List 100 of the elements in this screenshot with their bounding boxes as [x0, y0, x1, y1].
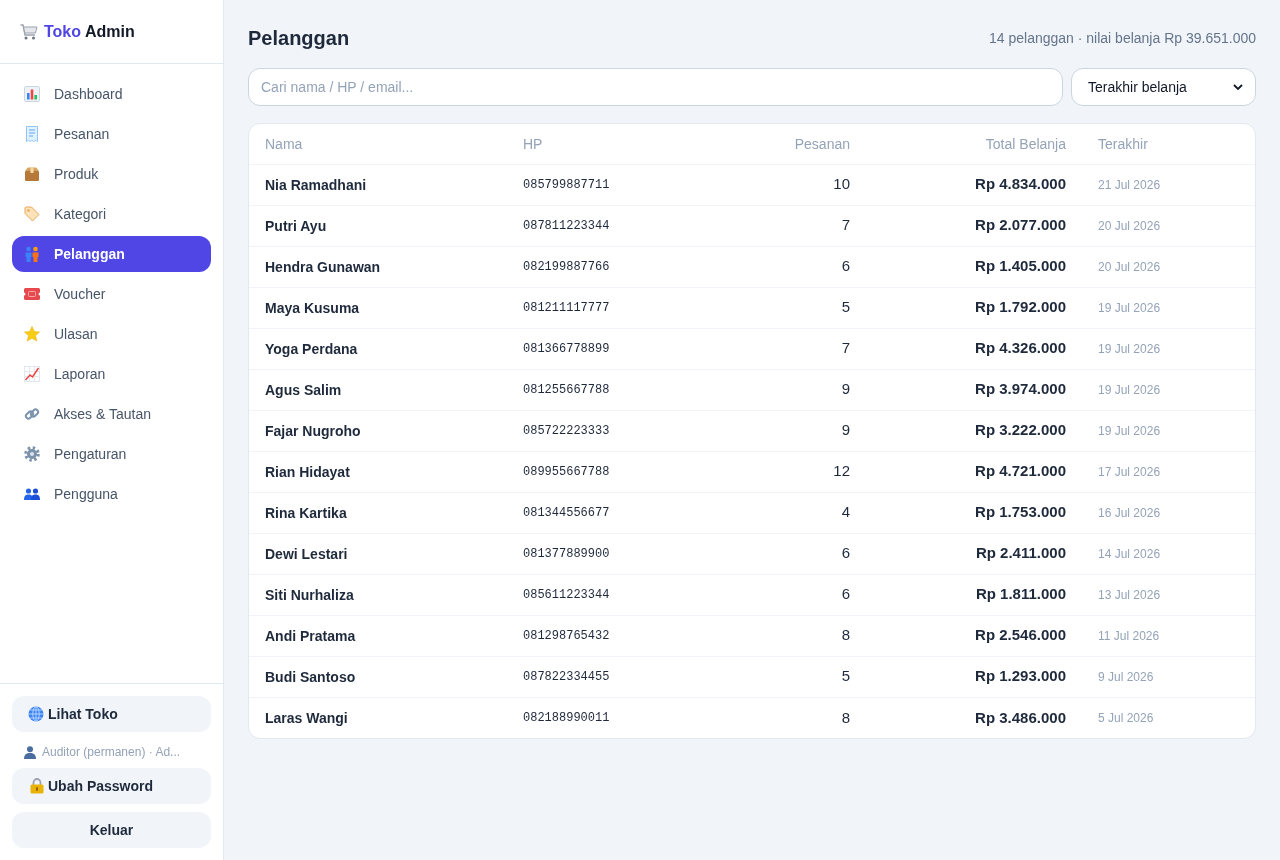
gear-icon	[24, 446, 40, 462]
summary-text: 14 pelanggan · nilai belanja Rp 39.651.000	[989, 29, 1256, 48]
sidebar-item[interactable]: Kategori	[12, 196, 211, 232]
date-cell: 14 Jul 2026	[1082, 533, 1255, 574]
order-count-cell: 8	[757, 697, 866, 738]
total-cell: Rp 1.811.000	[866, 574, 1082, 615]
name-cell: Yoga Perdana	[249, 328, 507, 369]
total-cell: Rp 2.077.000	[866, 205, 1082, 246]
brand-name: Toko Admin	[44, 21, 135, 42]
order-count-cell: 6	[757, 574, 866, 615]
order-count-cell: 8	[757, 615, 866, 656]
phone-cell: 082188990011	[507, 697, 757, 738]
name-cell: Siti Nurhaliza	[249, 574, 507, 615]
total-cell: Rp 4.721.000	[866, 451, 1082, 492]
sidebar-item[interactable]: Pesanan	[12, 116, 211, 152]
cart-icon	[20, 23, 38, 40]
order-count-cell: 7	[757, 328, 866, 369]
account-text: Auditor (permanen) · Ad...	[42, 744, 181, 760]
total-cell: Rp 4.326.000	[866, 328, 1082, 369]
order-count-cell: 6	[757, 246, 866, 287]
phone-cell: 089955667788	[507, 451, 757, 492]
total-cell: Rp 3.222.000	[866, 410, 1082, 451]
column-header: Total Belanja	[866, 124, 1082, 164]
name-cell: Hendra Gunawan	[249, 246, 507, 287]
name-cell: Agus Salim	[249, 369, 507, 410]
phone-cell: 081211117777	[507, 287, 757, 328]
sidebar-item[interactable]: Dashboard	[12, 76, 211, 112]
total-cell: Rp 1.792.000	[866, 287, 1082, 328]
sidebar-item[interactable]: Akses & Tautan	[12, 396, 211, 432]
date-cell: 11 Jul 2026	[1082, 615, 1255, 656]
column-header: HP	[507, 124, 757, 164]
order-count-cell: 6	[757, 533, 866, 574]
date-cell: 17 Jul 2026	[1082, 451, 1255, 492]
phone-cell: 085722223333	[507, 410, 757, 451]
order-count-cell: 5	[757, 656, 866, 697]
sort-select[interactable]: Terakhir belanja	[1071, 68, 1256, 106]
phone-cell: 081255667788	[507, 369, 757, 410]
tag-icon	[24, 206, 40, 222]
name-cell: Putri Ayu	[249, 205, 507, 246]
logout-button[interactable]: Keluar	[12, 812, 211, 848]
receipt-icon	[26, 126, 38, 142]
total-cell: Rp 4.834.000	[866, 164, 1082, 205]
sidebar-item[interactable]: Voucher	[12, 276, 211, 312]
sidebar-item[interactable]: Pengguna	[12, 476, 211, 512]
name-cell: Laras Wangi	[249, 697, 507, 738]
phone-cell: 081344556677	[507, 492, 757, 533]
link-icon	[24, 406, 40, 422]
date-cell: 9 Jul 2026	[1082, 656, 1255, 697]
column-header: Nama	[249, 124, 507, 164]
name-cell: Rian Hidayat	[249, 451, 507, 492]
view-store-button[interactable]: Lihat Toko	[12, 696, 211, 732]
phone-cell: 081366778899	[507, 328, 757, 369]
total-cell: Rp 1.293.000	[866, 656, 1082, 697]
phone-cell: 087811223344	[507, 205, 757, 246]
sidebar-item[interactable]: Pelanggan	[12, 236, 211, 272]
change-password-button[interactable]: Ubah Password	[12, 768, 211, 804]
order-count-cell: 5	[757, 287, 866, 328]
person-icon	[24, 745, 36, 759]
order-count-cell: 10	[757, 164, 866, 205]
box-icon	[24, 166, 40, 182]
name-cell: Maya Kusuma	[249, 287, 507, 328]
name-cell: Fajar Nugroho	[249, 410, 507, 451]
date-cell: 21 Jul 2026	[1082, 164, 1255, 205]
sidebar-item[interactable]: Laporan	[12, 356, 211, 392]
total-cell: Rp 1.405.000	[866, 246, 1082, 287]
date-cell: 20 Jul 2026	[1082, 246, 1255, 287]
column-header: Terakhir	[1082, 124, 1255, 164]
order-count-cell: 4	[757, 492, 866, 533]
date-cell: 19 Jul 2026	[1082, 287, 1255, 328]
sidebar-item[interactable]: Ulasan	[12, 316, 211, 352]
sidebar-item[interactable]: Produk	[12, 156, 211, 192]
phone-cell: 085799887711	[507, 164, 757, 205]
total-cell: Rp 3.974.000	[866, 369, 1082, 410]
date-cell: 19 Jul 2026	[1082, 328, 1255, 369]
column-header: Pesanan	[757, 124, 866, 164]
order-count-cell: 7	[757, 205, 866, 246]
star-icon	[24, 326, 40, 342]
user-group-icon	[24, 488, 40, 500]
date-cell: 19 Jul 2026	[1082, 410, 1255, 451]
order-count-cell: 12	[757, 451, 866, 492]
people-icon	[24, 246, 40, 262]
name-cell: Andi Pratama	[249, 615, 507, 656]
search-field[interactable]: Cari nama / HP / email...	[248, 68, 1063, 106]
phone-cell: 081298765432	[507, 615, 757, 656]
order-count-cell: 9	[757, 369, 866, 410]
phone-cell: 085611223344	[507, 574, 757, 615]
date-cell: 20 Jul 2026	[1082, 205, 1255, 246]
page-title: Pelanggan	[248, 26, 350, 51]
name-cell: Rina Kartika	[249, 492, 507, 533]
bar-chart-icon	[24, 86, 40, 102]
order-count-cell: 9	[757, 410, 866, 451]
date-cell: 19 Jul 2026	[1082, 369, 1255, 410]
total-cell: Rp 1.753.000	[866, 492, 1082, 533]
sidebar-item[interactable]: Pengaturan	[12, 436, 211, 472]
globe-icon	[28, 706, 44, 722]
name-cell: Dewi Lestari	[249, 533, 507, 574]
name-cell: Nia Ramadhani	[249, 164, 507, 205]
chevron-down-icon	[1233, 84, 1243, 90]
name-cell: Budi Santoso	[249, 656, 507, 697]
phone-cell: 081377889900	[507, 533, 757, 574]
